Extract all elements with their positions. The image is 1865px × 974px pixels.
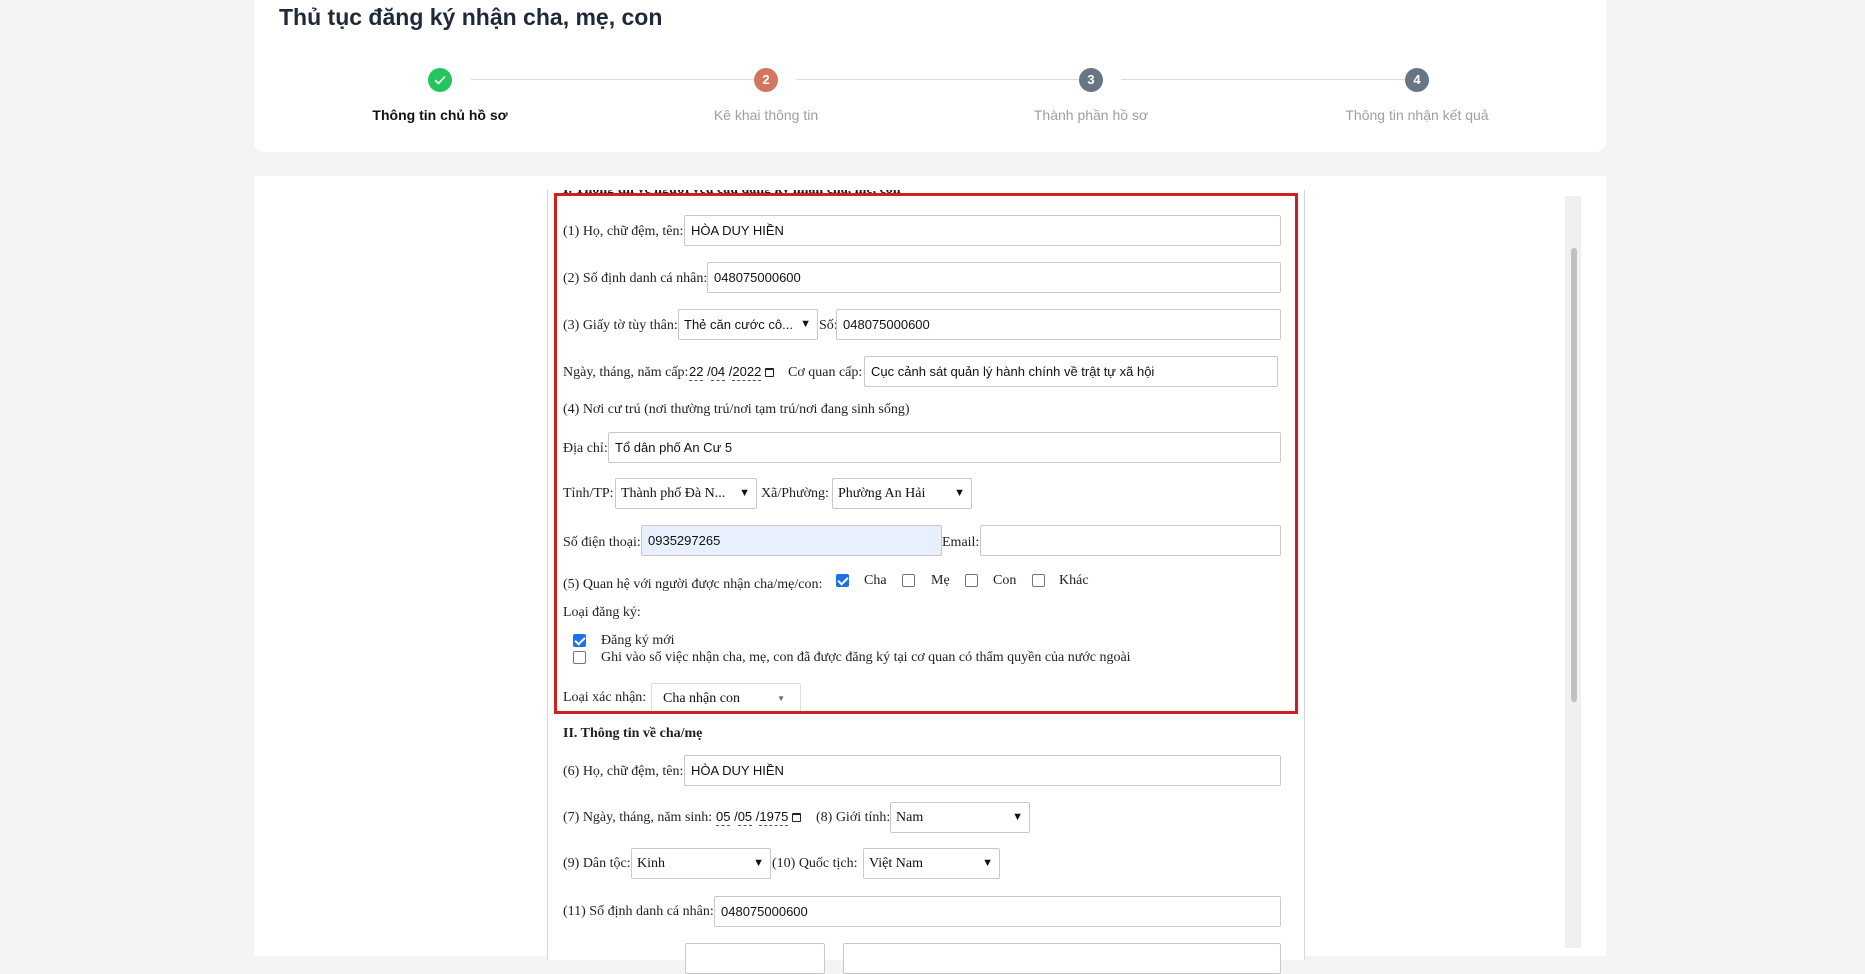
step-connector (1121, 79, 1421, 80)
issue-day: 22 (689, 364, 704, 381)
relation-khac-label: Khác (1059, 573, 1089, 588)
nationality-select[interactable]: Việt Nam ▼ (863, 848, 1000, 879)
reg-new-checkbox[interactable] (573, 634, 586, 647)
id-document-type-select[interactable]: Thẻ căn cước cô... ▼ (678, 309, 818, 340)
residence-heading: (4) Nơi cư trú (nơi thường trú/nơi tạm t… (563, 402, 910, 417)
registration-type-label: Loại đăng ký: (563, 605, 641, 620)
reg-foreign-label: Ghi vào sổ việc nhận cha, mẹ, con đã đượ… (601, 650, 1131, 665)
issue-place-input[interactable]: Cục cảnh sát quản lý hành chính về trật … (864, 356, 1278, 387)
step-2-label[interactable]: Kê khai thông tin (636, 107, 896, 123)
id-number-label: (2) Số định danh cá nhân: (563, 271, 708, 286)
ethnicity-value: Kinh (637, 856, 665, 871)
dob-input[interactable]: 05 /05 /1975 (716, 809, 802, 826)
reg-new-label: Đăng ký mới (601, 633, 675, 648)
reg-foreign-checkbox[interactable] (573, 651, 586, 664)
check-icon (434, 76, 446, 85)
parent-name-label: (6) Họ, chữ đệm, tên: (563, 764, 684, 779)
id-document-label: (3) Giấy tờ tùy thân: (563, 318, 678, 333)
section-1-heading-clip: I. Thông tin về người yêu cầu đăng ký nh… (563, 190, 1263, 201)
ward-value: Phường An Hải (838, 486, 926, 501)
full-name-label: (1) Họ, chữ đệm, tên: (563, 224, 684, 239)
issue-date-input[interactable]: 22 /04 /2022 (689, 364, 775, 381)
declaration-document (547, 190, 1305, 960)
phone-label: Số điện thoại: (563, 535, 641, 550)
ward-label: Xã/Phường: (761, 486, 829, 501)
parent-id-input[interactable]: 048075000600 (714, 896, 1281, 927)
section-2-heading: II. Thông tin về cha/mẹ (563, 726, 703, 741)
issue-place-label: Cơ quan cấp: (788, 365, 863, 380)
relation-con-checkbox[interactable] (965, 574, 978, 587)
email-label: Email: (942, 535, 980, 550)
relation-cha-label: Cha (864, 573, 887, 588)
id-document-type-value: Thẻ căn cước cô... (684, 317, 793, 332)
address-input[interactable]: Tổ dân phố An Cư 5 (608, 432, 1281, 463)
gender-label: (8) Giới tính: (816, 810, 891, 825)
id-number-input[interactable]: 048075000600 (707, 262, 1281, 293)
dob-year: 1975 (759, 809, 789, 826)
section-1-heading: I. Thông tin về người yêu cầu đăng ký nh… (563, 190, 901, 198)
dob-label: (7) Ngày, tháng, năm sinh: (563, 810, 713, 825)
step-2-number[interactable]: 2 (754, 68, 778, 92)
chevron-down-icon: ▼ (739, 487, 750, 499)
relation-con-label: Con (993, 573, 1017, 588)
calendar-icon[interactable] (792, 813, 802, 822)
relation-khac-checkbox[interactable] (1032, 574, 1045, 587)
province-select[interactable]: Thành phố Đà N... ▼ (615, 478, 757, 509)
step-1-label[interactable]: Thông tin chủ hồ sơ (310, 107, 570, 123)
step-connector (796, 79, 1095, 80)
address-label: Địa chỉ: (563, 441, 608, 456)
relation-me-checkbox[interactable] (902, 574, 915, 587)
chevron-down-icon: ▼ (1012, 811, 1023, 823)
ethnicity-label: (9) Dân tộc: (563, 856, 631, 871)
parent-name-input[interactable]: HÒA DUY HIỀN (684, 755, 1281, 786)
step-connector (471, 79, 769, 80)
step-3-label[interactable]: Thành phần hồ sơ (961, 107, 1221, 123)
chevron-down-icon: ▼ (753, 857, 764, 869)
dob-day: 05 (716, 809, 731, 826)
parent-id-label: (11) Số định danh cá nhân: (563, 904, 714, 919)
gender-value: Nam (896, 810, 924, 825)
nationality-label: (10) Quốc tịch: (772, 856, 858, 871)
ward-select[interactable]: Phường An Hải ▼ (832, 478, 972, 509)
doc-number-input[interactable]: 048075000600 (836, 309, 1281, 340)
full-name-input[interactable]: HÒA DUY HIỀN (684, 215, 1281, 246)
issue-year: 2022 (732, 364, 762, 381)
chevron-down-icon: ▼ (982, 857, 993, 869)
doc-number-label: Số: (819, 318, 838, 333)
step-3-number[interactable]: 3 (1079, 68, 1103, 92)
confirmation-type-label: Loại xác nhận: (563, 690, 647, 705)
confirmation-type-value: Cha nhận con (663, 691, 740, 706)
step-1-done-icon[interactable] (428, 68, 452, 92)
chevron-down-icon: ▼ (777, 694, 785, 703)
dob-month: 05 (737, 809, 753, 826)
step-4-label[interactable]: Thông tin nhận kết quả (1287, 107, 1547, 123)
ethnicity-select[interactable]: Kinh ▼ (631, 848, 771, 879)
top-card: Thủ tục đăng ký nhận cha, mẹ, con 2 3 4 … (254, 0, 1606, 152)
scrollbar-thumb[interactable] (1571, 248, 1577, 702)
relation-cha-checkbox[interactable] (836, 574, 849, 587)
gender-select[interactable]: Nam ▼ (890, 802, 1030, 833)
page-title: Thủ tục đăng ký nhận cha, mẹ, con (279, 4, 663, 30)
chevron-down-icon: ▼ (800, 318, 811, 330)
calendar-icon[interactable] (765, 368, 775, 377)
nationality-value: Việt Nam (869, 856, 923, 871)
step-4-number[interactable]: 4 (1405, 68, 1429, 92)
confirmation-type-select[interactable]: Cha nhận con ▼ (651, 683, 801, 713)
relation-me-label: Mẹ (931, 573, 950, 588)
email-input[interactable] (980, 525, 1281, 556)
province-label: Tỉnh/TP: (563, 486, 614, 501)
phone-input[interactable]: 0935297265 (641, 525, 942, 556)
relationship-label: (5) Quan hệ với người được nhận cha/mẹ/c… (563, 577, 823, 592)
issue-date-label: Ngày, tháng, năm cấp: (563, 365, 689, 380)
issue-month: 04 (710, 364, 726, 381)
province-value: Thành phố Đà N... (621, 486, 726, 501)
chevron-down-icon: ▼ (954, 487, 965, 499)
